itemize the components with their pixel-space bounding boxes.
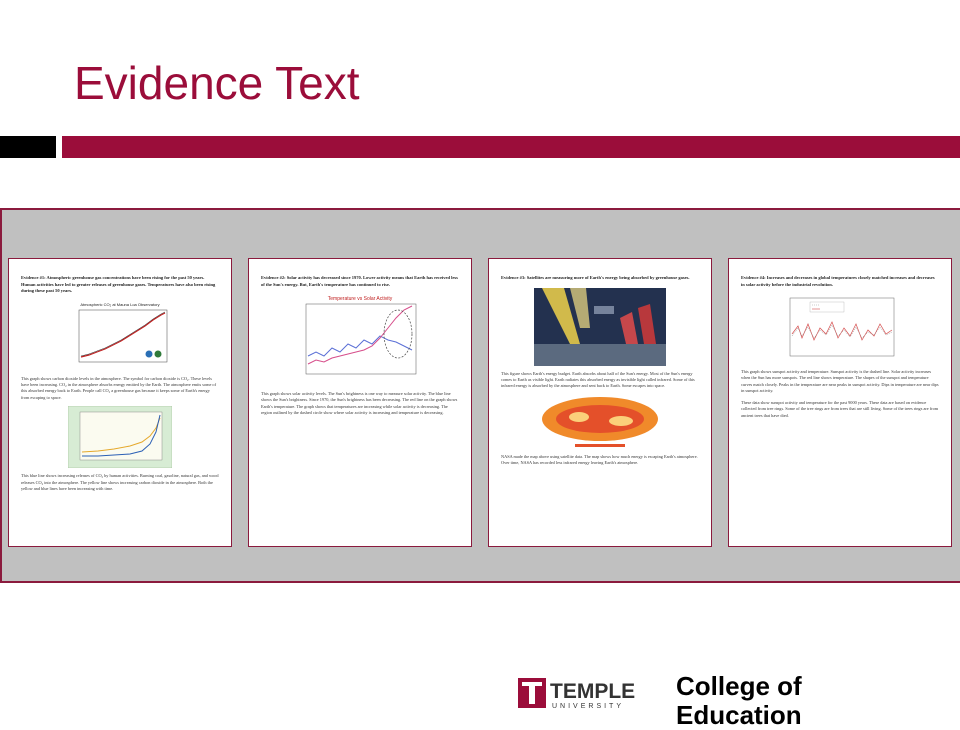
evidence-document-3[interactable]: Evidence #3: Satellites are measuring mo… bbox=[488, 258, 712, 547]
document-paragraph: This graph shows solar activity levels. … bbox=[261, 391, 458, 416]
svg-text:UNIVERSITY: UNIVERSITY bbox=[552, 703, 624, 710]
document-paragraph: This graph shows carbon dioxide levels i… bbox=[21, 375, 217, 400]
document-heading: Evidence #4: Increases and decreases in … bbox=[741, 275, 935, 287]
evidence-document-4[interactable]: Evidence #4: Increases and decreases in … bbox=[728, 258, 952, 547]
evidence-document-2[interactable]: Evidence #2: Solar activity has decrease… bbox=[248, 258, 472, 547]
slide-title: Evidence Text bbox=[74, 57, 360, 109]
college-of-education-label: College of Education bbox=[676, 672, 802, 729]
document-paragraph-2: NASA made the map above using satellite … bbox=[501, 453, 698, 466]
solar-temperature-chart-figure: Temperature vs Solar Activity bbox=[305, 296, 417, 375]
title-rule-black bbox=[0, 136, 56, 158]
document-heading: Evidence #3: Satellites are measuring mo… bbox=[501, 275, 690, 280]
evidence-panel: Evidence #1: Atmospheric greenhouse gas … bbox=[0, 208, 960, 583]
document-paragraph: This figure shows Earth's energy budget.… bbox=[501, 370, 695, 389]
title-rule-red bbox=[62, 136, 960, 158]
figure-title: Atmospheric CO₂ at Mauna Loa Observatory bbox=[80, 302, 159, 307]
emissions-chart-figure bbox=[68, 406, 172, 469]
infrared-map-figure bbox=[542, 396, 658, 447]
figure-title: Temperature vs Solar Activity bbox=[328, 296, 393, 302]
document-paragraph-2: These data show sunspot activity and tem… bbox=[741, 399, 939, 418]
temple-university-logo: TEMPLE UNIVERSITY bbox=[518, 674, 668, 719]
svg-text:TEMPLE: TEMPLE bbox=[550, 680, 635, 703]
evidence-document-1[interactable]: Evidence #1: Atmospheric greenhouse gas … bbox=[8, 258, 232, 547]
document-heading: Evidence #2: Solar activity has decrease… bbox=[261, 275, 458, 287]
college-line-1: College of bbox=[676, 671, 802, 701]
college-line-2: Education bbox=[676, 699, 802, 730]
energy-budget-figure bbox=[534, 287, 666, 366]
co2-chart-figure: Atmospheric CO₂ at Mauna Loa Observatory bbox=[65, 300, 175, 371]
document-paragraph-2: This blue line shows increasing releases… bbox=[21, 473, 219, 492]
sunspot-temperature-chart-figure bbox=[789, 297, 895, 357]
document-paragraph: This graph shows sunspot activity and te… bbox=[741, 369, 939, 394]
document-heading: Evidence #1: Atmospheric greenhouse gas … bbox=[21, 275, 216, 294]
